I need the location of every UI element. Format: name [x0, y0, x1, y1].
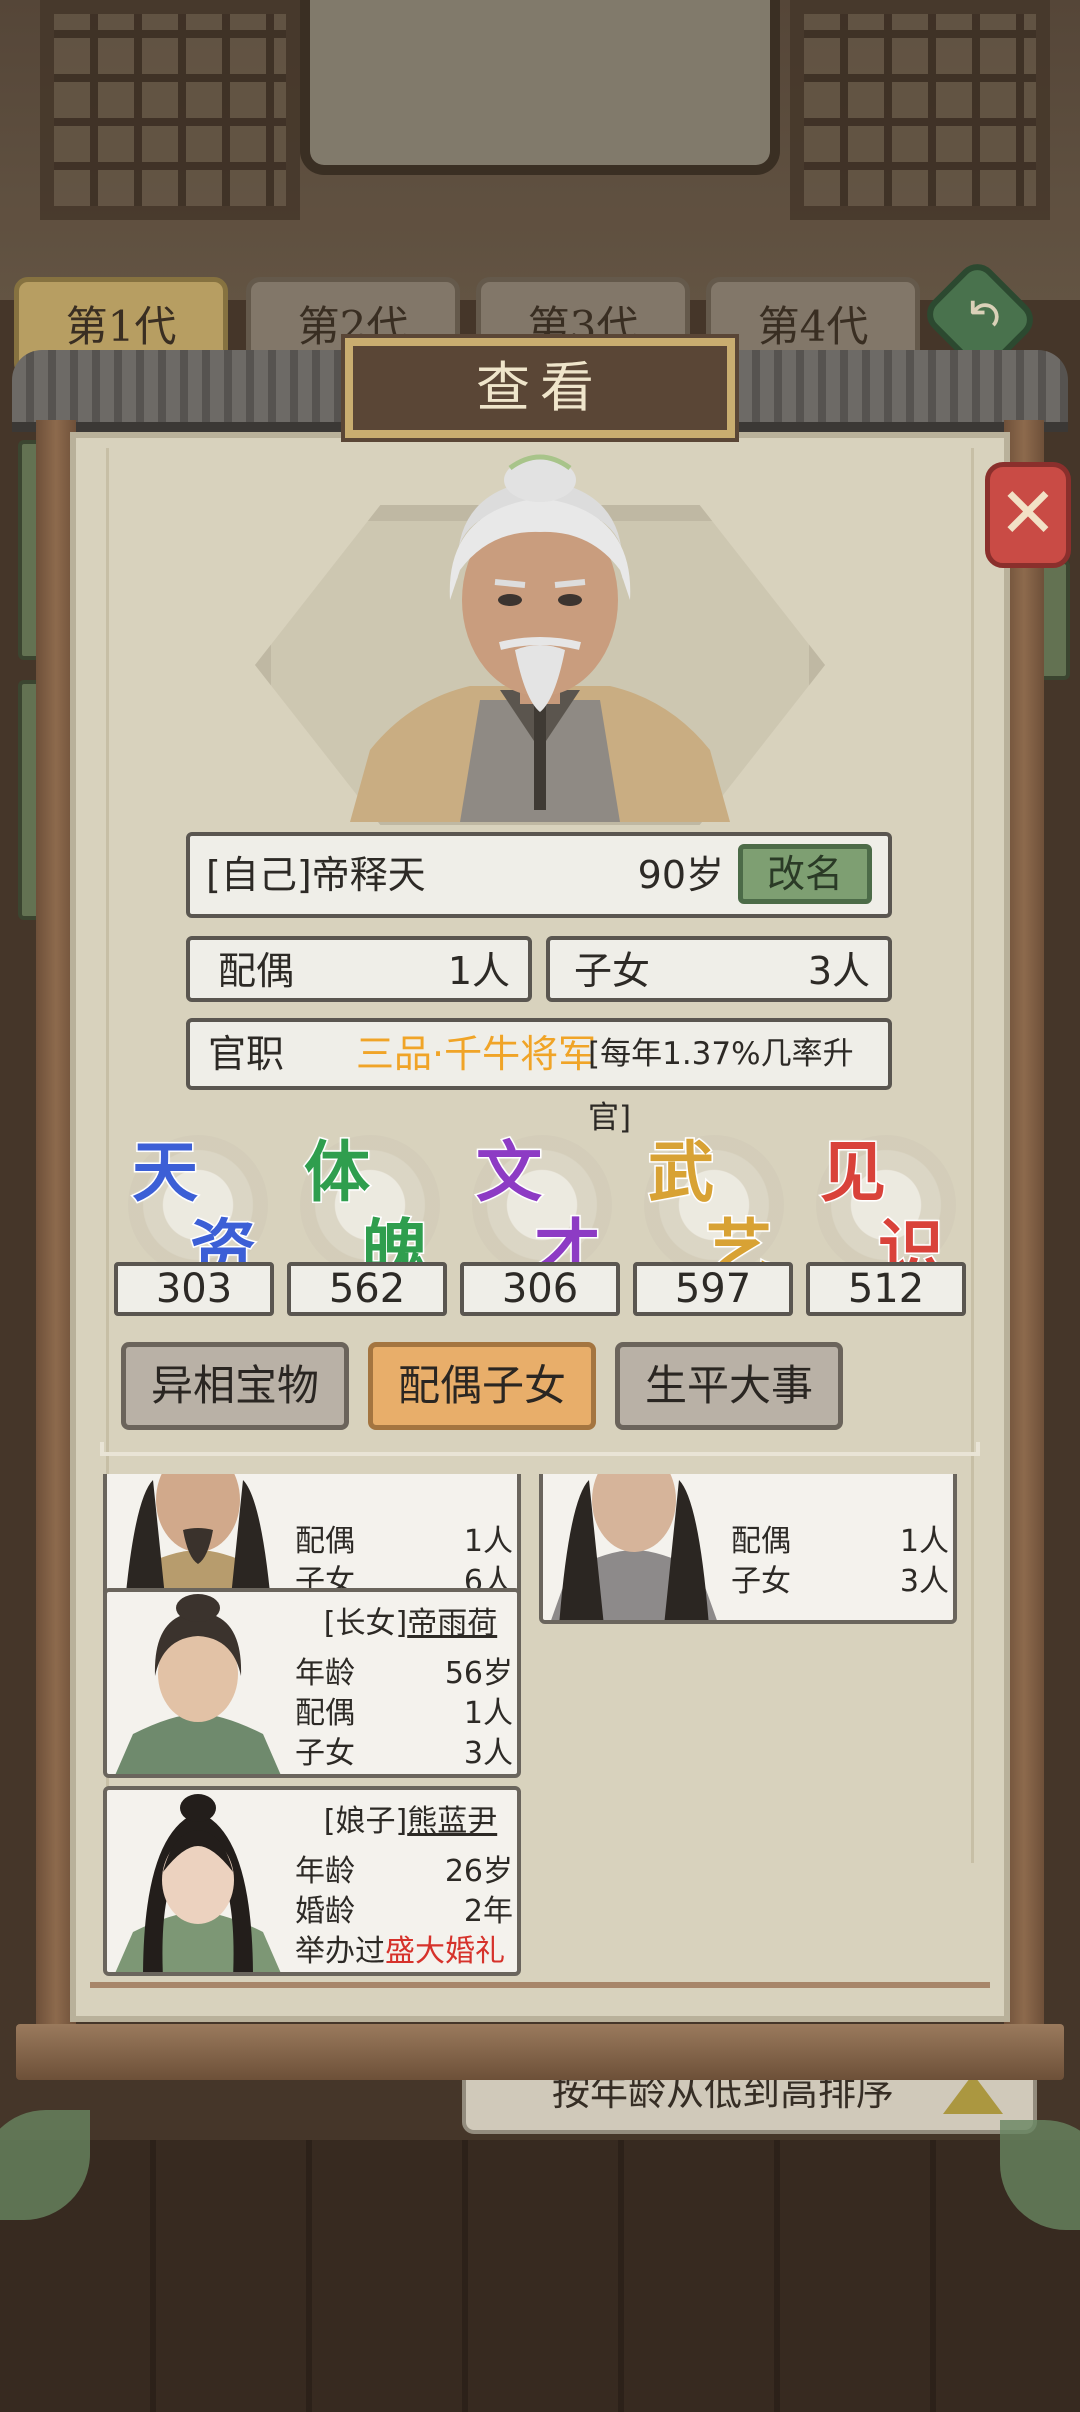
spouse-label: 配偶: [731, 1524, 791, 1559]
spouse-label: 配偶: [218, 949, 295, 993]
age-value: 26岁: [444, 1854, 513, 1889]
age-value: 56岁: [444, 1656, 513, 1691]
family-portrait: [115, 1594, 281, 1774]
section-divider: [100, 1442, 980, 1456]
family-card-eldest-daughter[interactable]: [长女]帝雨荷 年龄 56岁 配偶 1人 子女 3人: [103, 1588, 521, 1778]
age-label: 年龄: [295, 1854, 355, 1889]
children-label: 子女: [731, 1564, 791, 1599]
age-row: 年龄 26岁: [295, 1846, 513, 1890]
attribute-value-knowledge: 512: [806, 1262, 966, 1316]
rename-button[interactable]: 改名: [738, 844, 872, 904]
spouse-row: 配偶 1人: [731, 1516, 949, 1560]
spouse-label: 配偶: [295, 1696, 355, 1731]
attribute-char-1: 武: [647, 1132, 716, 1213]
spouse-value: 1人: [899, 1524, 949, 1559]
wedding-type: 盛大婚礼: [385, 1934, 505, 1969]
profile-age: 90岁: [637, 853, 724, 897]
family-card-wife[interactable]: [娘子]熊蓝尹 年龄 26岁 婚龄 2年 举办过盛大婚礼: [103, 1786, 521, 1976]
attribute-char-1: 见: [819, 1132, 888, 1213]
spouse-row: 配偶 1人: [295, 1516, 513, 1560]
children-count-box: 子女 3人: [546, 936, 892, 1002]
office-label: 官职: [208, 1032, 285, 1076]
attribute-value-physique: 562: [287, 1262, 447, 1316]
children-value: 3人: [899, 1564, 949, 1599]
elder-portrait: [350, 454, 730, 822]
spouse-value: 1人: [463, 1696, 513, 1731]
office-title: 三品·千牛将军: [356, 1032, 597, 1076]
attribute-char-1: 文: [475, 1132, 544, 1213]
profile-name: [自己]帝释天: [206, 853, 426, 897]
close-x-icon[interactable]: ✕: [985, 462, 1071, 568]
wedding-prefix: 举办过: [295, 1934, 385, 1969]
age-label: 年龄: [295, 1656, 355, 1691]
family-member-name: [长女]帝雨荷: [303, 1598, 517, 1642]
attribute-value-literary: 306: [460, 1262, 620, 1316]
children-value: 3人: [463, 1736, 513, 1771]
frame-base: [16, 2024, 1064, 2080]
spouse-value: 1人: [463, 1524, 513, 1559]
marriage-row: 婚龄 2年: [295, 1886, 513, 1930]
family-portrait: [551, 1474, 717, 1620]
children-row: 子女 3人: [295, 1728, 513, 1772]
modal-title: 查看: [341, 334, 739, 442]
marriage-label: 婚龄: [295, 1894, 355, 1929]
family-name-link[interactable]: 熊蓝尹: [407, 1804, 497, 1839]
age-row: 年龄 56岁: [295, 1648, 513, 1692]
family-name-link[interactable]: 帝雨荷: [407, 1606, 497, 1641]
children-label: 子女: [574, 949, 651, 993]
children-value: 3人: [807, 949, 870, 993]
tab-life-events[interactable]: 生平大事: [615, 1342, 843, 1430]
family-role: [娘子]: [323, 1804, 408, 1839]
family-role: [长女]: [323, 1606, 408, 1641]
tab-spouse-children[interactable]: 配偶子女: [368, 1342, 596, 1430]
family-card[interactable]: 配偶 1人 子女 3人: [539, 1474, 957, 1624]
children-row: 子女 3人: [731, 1556, 949, 1600]
attribute-char-1: 体: [303, 1132, 372, 1213]
marriage-value: 2年: [463, 1894, 513, 1929]
wedding-row: 举办过盛大婚礼: [295, 1926, 517, 1970]
family-portrait: [115, 1794, 281, 1972]
spouse-value: 1人: [447, 949, 510, 993]
attribute-value-talent: 303: [114, 1262, 274, 1316]
frame-post-right: [1004, 420, 1044, 2040]
office-row: 官职 三品·千牛将军 [每年1.37%几率升官]: [186, 1018, 892, 1136]
spouse-count-box: 配偶 1人: [186, 936, 532, 1002]
panel-bottom-decoration: [90, 1982, 990, 2016]
tab-treasures[interactable]: 异相宝物: [121, 1342, 349, 1430]
family-list[interactable]: 配偶 1人 子女 6人 配偶 1人 子女 3人 [长女]帝雨荷 年龄 56岁 配…: [95, 1474, 995, 1994]
children-label: 子女: [295, 1736, 355, 1771]
spouse-row: 配偶 1人: [295, 1688, 513, 1732]
attribute-char-1: 天: [131, 1132, 200, 1213]
family-member-name: [娘子]熊蓝尹: [303, 1796, 517, 1840]
attribute-value-martial: 597: [633, 1262, 793, 1316]
spouse-label: 配偶: [295, 1524, 355, 1559]
